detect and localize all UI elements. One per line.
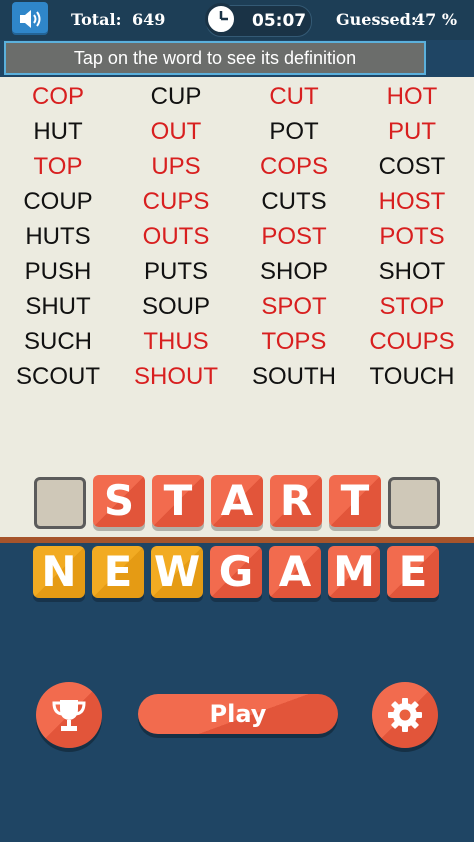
word-item[interactable]: SHOT — [353, 257, 471, 287]
word-item[interactable]: CUTS — [235, 187, 353, 217]
divider — [0, 537, 474, 543]
word-item[interactable]: SUCH — [0, 327, 117, 357]
word-item[interactable]: COST — [353, 152, 471, 182]
word-item[interactable]: PUT — [353, 117, 471, 147]
trophy-button[interactable] — [36, 682, 102, 748]
clock-icon — [205, 3, 237, 35]
newgame-tile[interactable]: M — [328, 546, 380, 598]
newgame-tile[interactable]: E — [92, 546, 144, 598]
gear-icon — [388, 698, 422, 732]
total-value: 649 — [132, 10, 166, 29]
timer-value: 05:07 — [252, 11, 307, 31]
empty-tile-right — [388, 477, 440, 529]
start-tile[interactable]: S — [93, 475, 145, 527]
word-item[interactable]: SCOUT — [0, 362, 117, 392]
word-item[interactable]: SOUTH — [235, 362, 353, 392]
newgame-tile[interactable]: E — [387, 546, 439, 598]
word-item[interactable]: TOP — [0, 152, 117, 182]
word-item[interactable]: COUPS — [353, 327, 471, 357]
newgame-tile[interactable]: N — [33, 546, 85, 598]
word-item[interactable]: SPOT — [235, 292, 353, 322]
top-bar: Total: 649 05:07 Guessed: 47 % — [0, 0, 474, 40]
play-button[interactable]: Play — [138, 694, 338, 734]
word-item[interactable]: CUP — [117, 82, 235, 112]
newgame-tile[interactable]: W — [151, 546, 203, 598]
word-item[interactable]: COPS — [235, 152, 353, 182]
word-item[interactable]: TOPS — [235, 327, 353, 357]
word-item[interactable]: SOUP — [117, 292, 235, 322]
word-item[interactable]: HOST — [353, 187, 471, 217]
total-label: Total: — [71, 10, 122, 29]
word-item[interactable]: TOUCH — [353, 362, 471, 392]
start-tile[interactable]: T — [152, 475, 204, 527]
start-tile[interactable]: T — [329, 475, 381, 527]
word-item[interactable]: SHOP — [235, 257, 353, 287]
start-tile[interactable]: A — [211, 475, 263, 527]
word-item[interactable]: POTS — [353, 222, 471, 252]
sound-button[interactable] — [12, 2, 48, 35]
empty-tile-left — [34, 477, 86, 529]
newgame-tile[interactable]: A — [269, 546, 321, 598]
hint-bar: Tap on the word to see its definition — [4, 41, 426, 75]
word-item[interactable]: PUSH — [0, 257, 117, 287]
word-item[interactable]: STOP — [353, 292, 471, 322]
guessed-value: 47 % — [414, 10, 458, 29]
settings-button[interactable] — [372, 682, 438, 748]
word-item[interactable]: PUTS — [117, 257, 235, 287]
start-tile[interactable]: R — [270, 475, 322, 527]
word-item[interactable]: HOT — [353, 82, 471, 112]
word-item[interactable]: SHUT — [0, 292, 117, 322]
word-item[interactable]: CUPS — [117, 187, 235, 217]
guessed-label: Guessed: — [336, 10, 417, 29]
word-item[interactable]: THUS — [117, 327, 235, 357]
word-item[interactable]: COP — [0, 82, 117, 112]
timer: 05:07 — [205, 3, 312, 37]
word-item[interactable]: SHOUT — [117, 362, 235, 392]
word-item[interactable]: OUTS — [117, 222, 235, 252]
word-item[interactable]: HUT — [0, 117, 117, 147]
newgame-tile[interactable]: G — [210, 546, 262, 598]
word-item[interactable]: POT — [235, 117, 353, 147]
game-screen: Total: 649 05:07 Guessed: 47 % Tap on th… — [0, 0, 474, 842]
word-item[interactable]: COUP — [0, 187, 117, 217]
speaker-icon — [20, 10, 41, 28]
word-item[interactable]: CUT — [235, 82, 353, 112]
trophy-icon — [52, 700, 86, 731]
word-item[interactable]: POST — [235, 222, 353, 252]
word-item[interactable]: OUT — [117, 117, 235, 147]
word-grid: COP CUP CUT HOT HUT OUT POT PUT TOP UPS … — [0, 77, 474, 537]
word-item[interactable]: HUTS — [0, 222, 117, 252]
word-item[interactable]: UPS — [117, 152, 235, 182]
